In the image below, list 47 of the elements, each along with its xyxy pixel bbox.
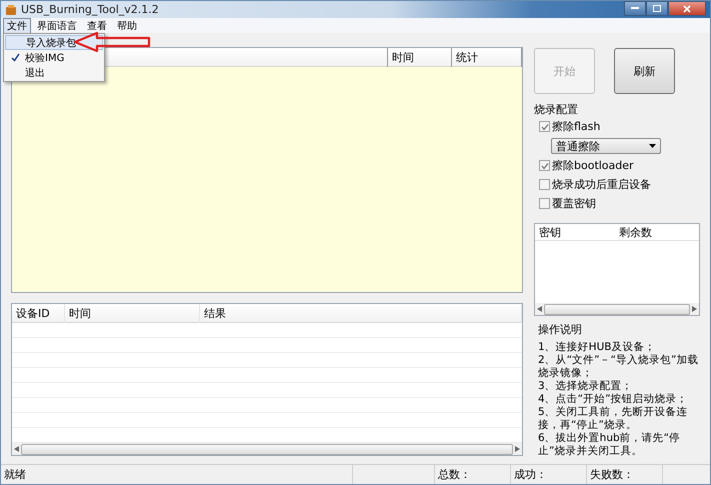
menu-item[interactable]: 界面语言	[33, 18, 81, 34]
checkbox-label: 覆盖密钥	[552, 196, 596, 211]
checkbox-label: 擦除bootloader	[552, 158, 634, 173]
window-title: USB_Burning_Tool_v2.1.2	[21, 3, 159, 16]
minimize-button[interactable]	[624, 1, 646, 16]
menu-item[interactable]: 文件	[3, 18, 31, 34]
maximize-button[interactable]	[646, 1, 668, 16]
menu-item[interactable]: 退出	[5, 65, 103, 80]
checkbox[interactable]	[539, 179, 550, 190]
menu-item[interactable]: 校验IMG	[5, 50, 103, 65]
checkbox-label: 烧录成功后重启设备	[552, 177, 651, 192]
horizontal-scrollbar[interactable]	[12, 443, 522, 455]
status-field: 失败数：	[587, 465, 663, 484]
caret-icon	[649, 144, 656, 148]
scroll-right-icon[interactable]	[692, 306, 697, 312]
minimize-icon	[631, 7, 639, 10]
close-button[interactable]	[668, 1, 706, 16]
instruction-step: 1、连接好HUB及设备；	[538, 341, 700, 354]
app-icon	[5, 4, 17, 16]
checkbox[interactable]	[539, 121, 550, 132]
instruction-step: 6、拔出外置hub前，请先“停止”烧录并关闭工具。	[538, 432, 700, 458]
menu-item[interactable]: 导入烧录包	[5, 35, 103, 50]
scroll-left-icon[interactable]	[537, 306, 542, 312]
column-header: 密钥	[538, 225, 562, 241]
status-text: 就绪	[1, 465, 353, 484]
maximize-icon	[653, 5, 661, 12]
menu-item[interactable]: 查看	[83, 18, 111, 34]
checkbox[interactable]	[539, 160, 550, 171]
instruction-step: 5、关闭工具前，先断开设备连接，再“停止”烧录。	[538, 406, 700, 432]
menu-item[interactable]: 帮助	[113, 18, 141, 34]
group-title: 烧录配置	[534, 102, 579, 117]
column-header: 剩余数	[618, 225, 653, 241]
check-icon	[10, 53, 20, 62]
instruction-step: 3、选择烧录配置；	[538, 380, 700, 393]
checkbox[interactable]	[539, 198, 550, 209]
instruction-step: 4、点击“开始”按钮启动烧录；	[538, 393, 700, 406]
instructions-title: 操作说明	[538, 322, 583, 337]
status-field: 总数：	[435, 465, 511, 484]
erase-mode-dropdown[interactable]: 普通擦除	[551, 138, 661, 154]
scroll-right-icon[interactable]	[515, 446, 520, 452]
scroll-left-icon[interactable]	[14, 446, 19, 452]
status-field: 成功：	[511, 465, 587, 484]
instruction-step: 2、从“文件”－“导入烧录包”加载烧录镜像；	[538, 354, 700, 380]
action-button[interactable]: 刷新	[614, 48, 675, 94]
horizontal-scrollbar[interactable]	[535, 303, 699, 315]
close-icon	[683, 4, 691, 12]
checkbox-label: 擦除flash	[552, 119, 600, 134]
